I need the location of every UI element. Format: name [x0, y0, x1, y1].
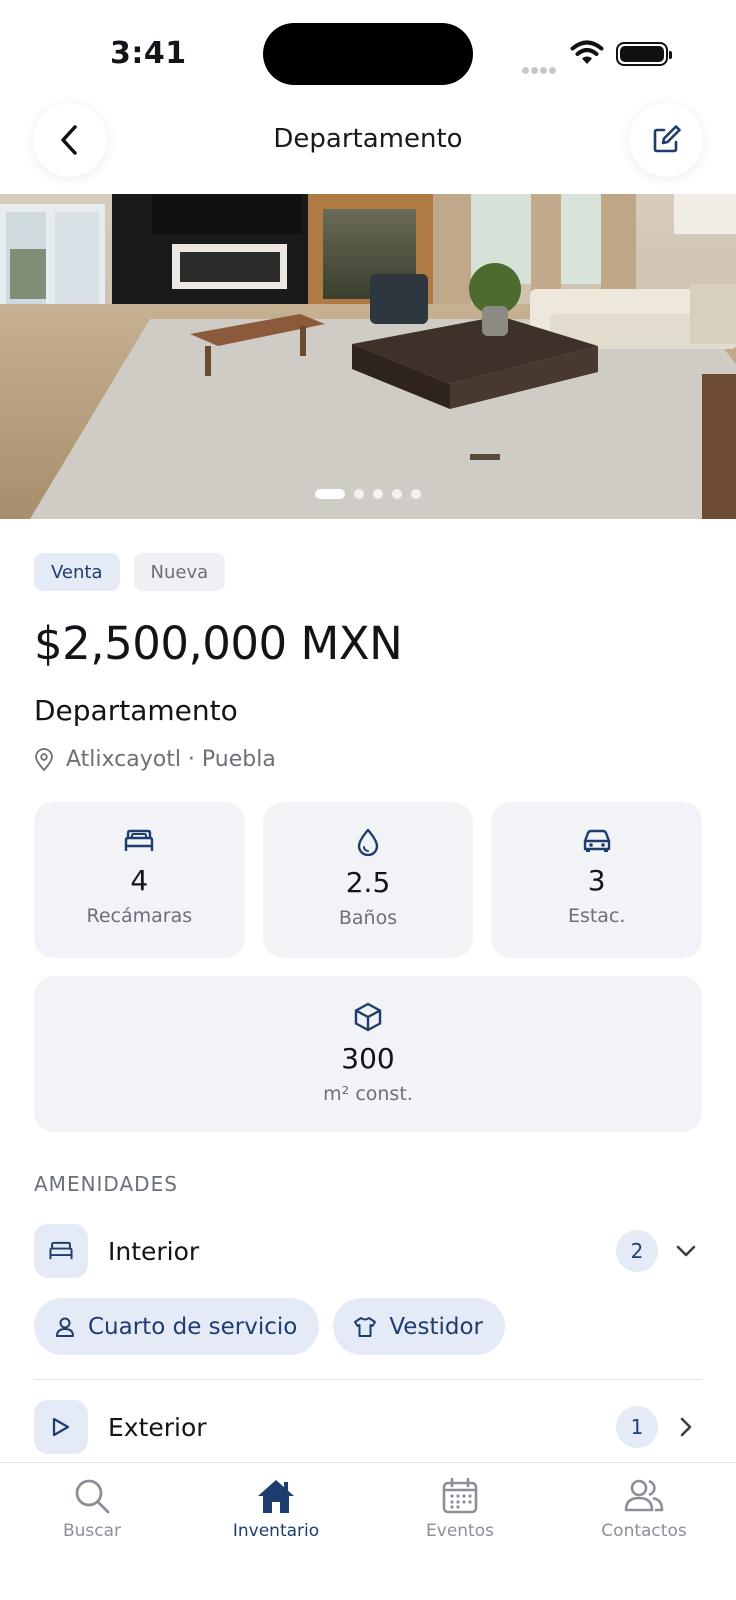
search-icon	[75, 1479, 110, 1514]
stat-label: m² const.	[323, 1083, 413, 1105]
carousel-pager[interactable]	[0, 489, 736, 499]
stat-value: 4	[130, 864, 149, 897]
status-time: 3:41	[110, 36, 187, 71]
chevron-right-icon[interactable]	[674, 1415, 698, 1439]
pager-dot[interactable]	[315, 489, 345, 499]
edit-button[interactable]	[629, 103, 703, 177]
stat-construction-area: 300 m² const.	[34, 976, 702, 1132]
amenity-chips: Cuarto de servicio Vestidor	[34, 1298, 702, 1355]
operation-badge: Venta	[34, 553, 120, 591]
amenity-group-icon	[34, 1224, 88, 1278]
divider	[34, 1379, 702, 1380]
tab-contactos[interactable]: Contactos	[552, 1463, 736, 1600]
nav-header: Departamento	[0, 100, 736, 194]
condition-badge: Nueva	[133, 553, 226, 591]
stat-label: Estac.	[567, 905, 626, 927]
tab-label: Contactos	[601, 1521, 687, 1541]
amenity-chip[interactable]: Vestidor	[333, 1298, 505, 1355]
page-title: Departamento	[273, 124, 463, 154]
stat-value: 300	[341, 1042, 395, 1075]
tab-buscar[interactable]: Buscar	[0, 1463, 184, 1600]
amenity-group-icon	[34, 1400, 88, 1454]
wifi-icon	[570, 40, 604, 64]
stats-row: 4 Recámaras 2.5 Baños 3 Estac.	[34, 802, 703, 958]
amenity-chip[interactable]: Cuarto de servicio	[34, 1298, 320, 1355]
chevron-down-icon[interactable]	[674, 1239, 698, 1263]
contacts-icon	[624, 1479, 664, 1512]
stat-label: Baños	[338, 907, 398, 929]
stat-parking: 3 Estac.	[491, 802, 703, 958]
pager-dot[interactable]	[373, 489, 383, 499]
amenity-group-name: Interior	[108, 1236, 200, 1266]
tab-label: Inventario	[232, 1521, 320, 1541]
bed-icon	[49, 1241, 73, 1260]
location-text: Atlixcayotl · Puebla	[66, 747, 276, 772]
bed-icon	[125, 829, 154, 851]
amenity-count-badge: 2	[616, 1230, 658, 1272]
stat-label: Recámaras	[86, 905, 193, 927]
living-room-photo	[0, 194, 736, 519]
water-drop-icon	[357, 828, 379, 856]
cube-icon	[354, 1002, 382, 1032]
dynamic-island	[263, 23, 473, 85]
shirt-icon	[354, 1316, 377, 1337]
tab-eventos[interactable]: Eventos	[368, 1463, 552, 1600]
car-icon	[583, 829, 610, 852]
stat-value: 2.5	[345, 866, 391, 899]
map-pin-icon	[35, 747, 53, 771]
amenity-group-interior[interactable]: Interior 2	[34, 1224, 702, 1278]
pager-dot[interactable]	[411, 489, 421, 499]
location: Atlixcayotl · Puebla	[34, 747, 702, 772]
battery-icon	[616, 42, 672, 66]
tab-bar: Buscar Inventario Eventos Contactos	[0, 1462, 736, 1600]
property-photo-carousel[interactable]	[0, 194, 736, 519]
amenities-section-title: AMENIDADES	[34, 1172, 178, 1196]
property-details: Venta Nueva $2,500,000 MXN Departamento …	[34, 519, 703, 1454]
amenity-count-badge: 1	[616, 1406, 658, 1448]
tree-icon	[52, 1417, 70, 1437]
amenity-chip-label: Cuarto de servicio	[88, 1313, 298, 1340]
tab-inventario[interactable]: Inventario	[184, 1463, 368, 1600]
person-icon	[56, 1317, 74, 1337]
calendar-icon	[442, 1477, 478, 1514]
pager-dot[interactable]	[354, 489, 364, 499]
status-bar: 3:41	[0, 0, 736, 100]
stat-bathrooms: 2.5 Baños	[262, 802, 474, 958]
property-type: Departamento	[34, 694, 238, 727]
tab-label: Eventos	[426, 1521, 494, 1541]
listing-tags: Venta Nueva	[34, 553, 702, 591]
edit-icon	[653, 125, 681, 153]
tab-label: Buscar	[62, 1521, 122, 1541]
stat-bedrooms: 4 Recámaras	[34, 802, 245, 958]
pager-dot[interactable]	[392, 489, 402, 499]
cellular-signal-icon	[522, 59, 560, 74]
amenity-group-name: Exterior	[108, 1412, 207, 1442]
price: $2,500,000 MXN	[34, 617, 403, 670]
amenity-chip-label: Vestidor	[389, 1313, 483, 1340]
amenity-group-exterior[interactable]: Exterior 1	[34, 1400, 702, 1454]
stat-value: 3	[587, 864, 606, 897]
home-icon	[258, 1480, 294, 1513]
